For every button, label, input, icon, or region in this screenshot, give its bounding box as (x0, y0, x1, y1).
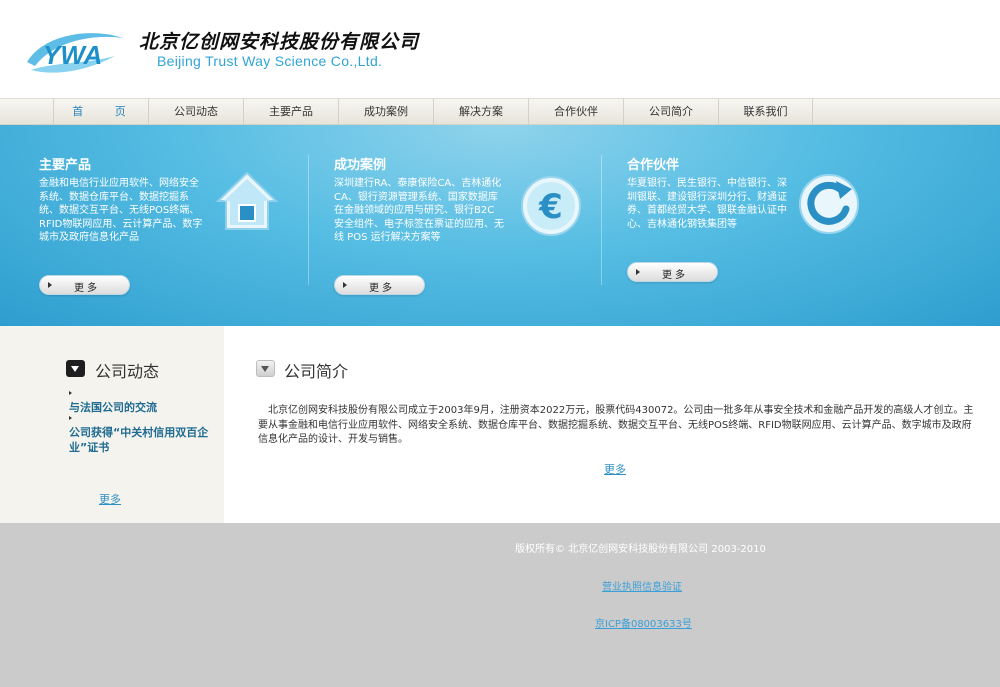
more-label: 更多 (369, 283, 395, 294)
play-icon (48, 282, 52, 288)
intro-more-link[interactable]: 更多 (604, 461, 626, 477)
partners-title: 合作伙伴 (627, 158, 680, 173)
cases-title: 成功案例 (334, 158, 387, 173)
nav-contact[interactable]: 联系我们 (718, 99, 813, 125)
nav-news[interactable]: 公司动态 (148, 99, 243, 125)
euro-icon[interactable]: € (518, 173, 584, 239)
icp-link[interactable]: 京ICP备08003633号 (595, 615, 692, 630)
copyright-text: 版权所有© 北京亿创网安科技股份有限公司 2003-2010 (515, 544, 766, 555)
refresh-icon[interactable] (796, 171, 862, 237)
feature-banner: 主要产品 金融和电信行业应用软件、网络安全系统、数据仓库平台、数据挖掘系统、数据… (0, 125, 1000, 326)
partners-text: 华夏银行、民生银行、中信银行、深圳银联、建设银行深圳分行、财通证券、首都经贸大学… (627, 178, 787, 230)
main-nav: 首 页 公司动态 主要产品 成功案例 解决方案 合作伙伴 公司简介 联系我们 (0, 98, 1000, 125)
section-arrow-icon (256, 360, 275, 377)
section-arrow-icon (66, 360, 85, 377)
company-name-en: Beijing Trust Way Science Co.,Ltd. (157, 53, 383, 69)
svg-text:€: € (538, 187, 563, 227)
intro-text: 北京亿创网安科技股份有限公司成立于2003年9月，注册资本2022万元，股票代码… (258, 405, 974, 445)
products-title: 主要产品 (39, 158, 92, 173)
header: YWA 北京亿创网安科技股份有限公司 Beijing Trust Way Sci… (0, 0, 1000, 98)
banner-divider (308, 155, 309, 285)
footer: 版权所有© 北京亿创网安科技股份有限公司 2003-2010 营业执照信息验证 … (0, 523, 1000, 687)
play-icon (636, 269, 640, 275)
banner-divider (601, 155, 602, 285)
news-item-label: 公司获得“中关村信用双百企业”证书 (69, 426, 209, 454)
bullet-icon (69, 416, 72, 420)
news-more-link[interactable]: 更多 (99, 491, 121, 507)
news-item-label: 与法国公司的交流 (69, 401, 157, 414)
intro-title: 公司简介 (284, 362, 349, 381)
license-verify-link[interactable]: 营业执照信息验证 (602, 578, 682, 593)
intro-section: 公司简介 北京亿创网安科技股份有限公司成立于2003年9月，注册资本2022万元… (224, 326, 1000, 523)
news-sidebar: 公司动态 与法国公司的交流 公司获得“中关村信用双百企业”证书 更多 (0, 326, 224, 523)
bullet-icon (69, 391, 72, 395)
play-icon (343, 282, 347, 288)
news-list: 与法国公司的交流 公司获得“中关村信用双百企业”证书 (69, 390, 214, 455)
home-icon[interactable] (214, 169, 280, 235)
nav-cases[interactable]: 成功案例 (338, 99, 433, 125)
more-label: 更多 (74, 283, 100, 294)
news-item[interactable]: 与法国公司的交流 (69, 390, 214, 415)
company-name-cn: 北京亿创网安科技股份有限公司 (139, 31, 420, 53)
nav-products[interactable]: 主要产品 (243, 99, 338, 125)
news-item[interactable]: 公司获得“中关村信用双百企业”证书 (69, 415, 214, 455)
company-logo[interactable]: YWA (25, 22, 125, 78)
cases-text: 深圳建行RA、泰康保险CA、吉林通化CA、银行资源管理系统、国家数据库在金融领域… (334, 178, 504, 243)
partners-more-button[interactable]: 更多 (627, 262, 718, 282)
products-text: 金融和电信行业应用软件、网络安全系统、数据仓库平台、数据挖掘系统、数据交互平台、… (39, 178, 203, 243)
nav-about[interactable]: 公司简介 (623, 99, 718, 125)
products-more-button[interactable]: 更多 (39, 275, 130, 295)
nav-solutions[interactable]: 解决方案 (433, 99, 528, 125)
nav-home[interactable]: 首 页 (53, 99, 148, 125)
nav-partners[interactable]: 合作伙伴 (528, 99, 623, 125)
more-label: 更多 (662, 270, 688, 281)
cases-more-button[interactable]: 更多 (334, 275, 425, 295)
news-title: 公司动态 (95, 362, 160, 381)
logo-text: YWA (43, 40, 102, 70)
